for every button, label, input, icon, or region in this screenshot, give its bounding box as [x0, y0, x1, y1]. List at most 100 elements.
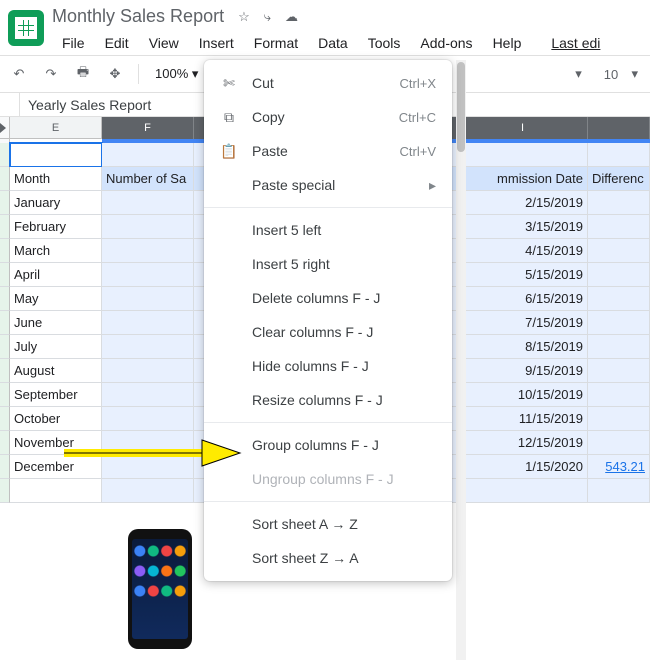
row-header[interactable]: [0, 263, 10, 287]
cell-month[interactable]: November: [10, 431, 102, 455]
cell-date[interactable]: 6/15/2019: [458, 287, 588, 311]
row-header[interactable]: [0, 287, 10, 311]
menu-help[interactable]: Help: [483, 31, 532, 55]
menu-item-insert-left[interactable]: Insert 5 left: [204, 213, 452, 247]
font-dropdown[interactable]: ▾: [569, 64, 588, 84]
cell-diff[interactable]: [588, 383, 650, 407]
cell-diff[interactable]: [588, 335, 650, 359]
menu-item-paste-special[interactable]: Paste special ▸: [204, 168, 452, 202]
cell-diff[interactable]: [588, 311, 650, 335]
select-all-corner[interactable]: [0, 117, 10, 139]
menu-item-paste[interactable]: 📋 Paste Ctrl+V: [204, 134, 452, 168]
cell-date[interactable]: 12/15/2019: [458, 431, 588, 455]
menu-item-copy[interactable]: ⧉ Copy Ctrl+C: [204, 100, 452, 134]
menu-file[interactable]: File: [52, 31, 95, 55]
row-header[interactable]: [0, 383, 10, 407]
menu-item-group-cols[interactable]: Group columns F - J: [204, 428, 452, 462]
cloud-status-icon[interactable]: ☁: [285, 9, 298, 25]
menu-format[interactable]: Format: [244, 31, 308, 55]
menu-addons[interactable]: Add-ons: [410, 31, 482, 55]
cell-diff[interactable]: [588, 359, 650, 383]
col-header-f[interactable]: F: [102, 117, 194, 139]
row-header[interactable]: [0, 479, 10, 503]
last-edit-link[interactable]: Last edi: [541, 31, 610, 55]
cell-diff[interactable]: [588, 287, 650, 311]
menu-item-ungroup-cols: Ungroup columns F - J: [204, 462, 452, 496]
cell-month[interactable]: January: [10, 191, 102, 215]
menu-data[interactable]: Data: [308, 31, 358, 55]
star-icon[interactable]: ☆: [238, 9, 250, 25]
row-header[interactable]: [0, 455, 10, 479]
menu-item-cut[interactable]: ✄ Cut Ctrl+X: [204, 66, 452, 100]
menu-tools[interactable]: Tools: [358, 31, 411, 55]
row-header[interactable]: [0, 239, 10, 263]
menu-item-clear-cols[interactable]: Clear columns F - J: [204, 315, 452, 349]
print-button[interactable]: 🖶: [70, 61, 96, 87]
cell-date[interactable]: 9/15/2019: [458, 359, 588, 383]
cell-diff[interactable]: 543.21: [588, 455, 650, 479]
row-header[interactable]: [0, 167, 10, 191]
menu-edit[interactable]: Edit: [95, 31, 139, 55]
cell-date[interactable]: 2/15/2019: [458, 191, 588, 215]
cell-date[interactable]: 5/15/2019: [458, 263, 588, 287]
cell-month[interactable]: April: [10, 263, 102, 287]
cell-diff[interactable]: [588, 215, 650, 239]
cell-date[interactable]: 11/15/2019: [458, 407, 588, 431]
embedded-image-phone[interactable]: [128, 529, 192, 649]
menu-item-insert-right[interactable]: Insert 5 right: [204, 247, 452, 281]
fontsize-dropdown[interactable]: 10 ▾: [598, 64, 644, 84]
cell-month[interactable]: October: [10, 407, 102, 431]
row-header[interactable]: [0, 359, 10, 383]
cell-month[interactable]: June: [10, 311, 102, 335]
row-header[interactable]: [0, 431, 10, 455]
context-menu: ✄ Cut Ctrl+X ⧉ Copy Ctrl+C 📋 Paste Ctrl+…: [204, 60, 452, 581]
cell-header-month[interactable]: Month: [10, 167, 102, 191]
cell-month[interactable]: July: [10, 335, 102, 359]
cell-date[interactable]: 1/15/2020: [458, 455, 588, 479]
menu-item-delete-cols[interactable]: Delete columns F - J: [204, 281, 452, 315]
cell-diff[interactable]: [588, 431, 650, 455]
menu-view[interactable]: View: [139, 31, 189, 55]
menu-item-sort-az[interactable]: Sort sheet A → Z: [204, 507, 452, 541]
cell-date[interactable]: 7/15/2019: [458, 311, 588, 335]
cell-month[interactable]: May: [10, 287, 102, 311]
cell-diff[interactable]: [588, 407, 650, 431]
menu-insert[interactable]: Insert: [189, 31, 244, 55]
cell-month[interactable]: December: [10, 455, 102, 479]
cell-month[interactable]: February: [10, 215, 102, 239]
paint-format-button[interactable]: ✥: [102, 61, 128, 87]
cell-date[interactable]: 8/15/2019: [458, 335, 588, 359]
row-header[interactable]: [0, 407, 10, 431]
row-header[interactable]: [0, 143, 10, 167]
menu-item-resize-cols[interactable]: Resize columns F - J: [204, 383, 452, 417]
move-icon[interactable]: ⤷: [264, 9, 271, 25]
cell-date[interactable]: 4/15/2019: [458, 239, 588, 263]
row-header[interactable]: [0, 311, 10, 335]
undo-button[interactable]: ↶: [6, 61, 32, 87]
menu-item-hide-cols[interactable]: Hide columns F - J: [204, 349, 452, 383]
cell-date[interactable]: 3/15/2019: [458, 215, 588, 239]
cell-date[interactable]: 10/15/2019: [458, 383, 588, 407]
cell-month[interactable]: March: [10, 239, 102, 263]
cell-diff[interactable]: [588, 263, 650, 287]
zoom-dropdown[interactable]: 100% ▾: [155, 66, 198, 82]
cell-diff[interactable]: [588, 191, 650, 215]
col-header-e[interactable]: E: [10, 117, 102, 139]
name-box[interactable]: Yearly Sales Report: [20, 97, 159, 113]
active-cell[interactable]: [10, 143, 102, 167]
cell-header-commdate[interactable]: mmission Date: [458, 167, 588, 191]
redo-button[interactable]: ↷: [38, 61, 64, 87]
col-header-i[interactable]: I: [458, 117, 588, 139]
cell-header-numsales[interactable]: Number of Sa: [102, 167, 194, 191]
doc-title[interactable]: Monthly Sales Report: [52, 6, 224, 27]
row-header[interactable]: [0, 335, 10, 359]
row-header[interactable]: [0, 191, 10, 215]
cell-month[interactable]: September: [10, 383, 102, 407]
col-header-j[interactable]: [588, 117, 650, 139]
cell-header-diff[interactable]: Differenc: [588, 167, 650, 191]
row-header[interactable]: [0, 215, 10, 239]
cell-diff[interactable]: [588, 239, 650, 263]
menu-scrollbar[interactable]: [456, 60, 466, 660]
cell-month[interactable]: August: [10, 359, 102, 383]
menu-item-sort-za[interactable]: Sort sheet Z → A: [204, 541, 452, 575]
